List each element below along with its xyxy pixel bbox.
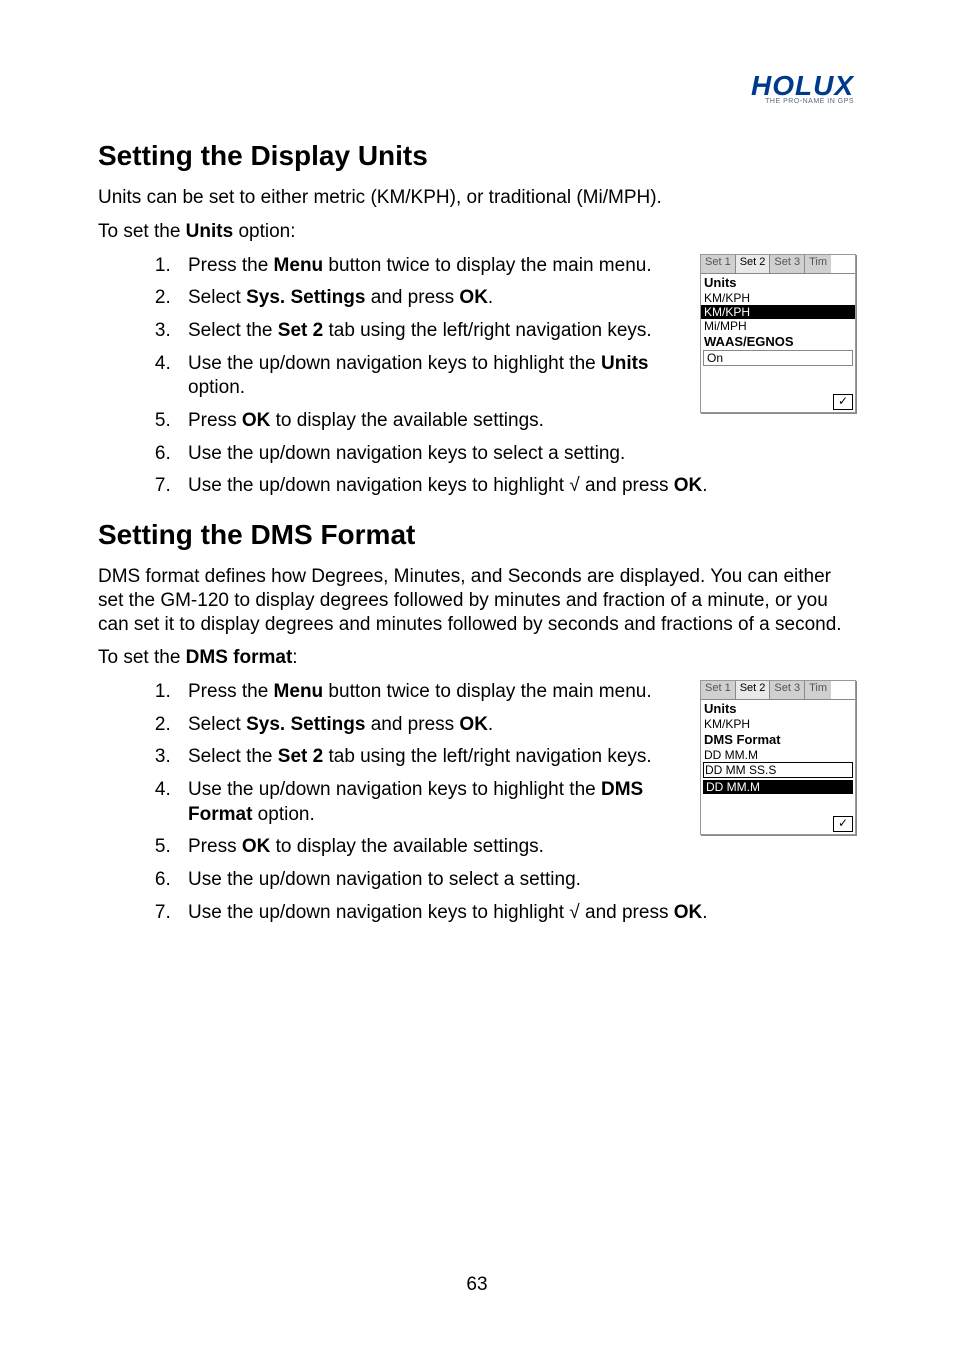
opt-kmkph-selected[interactable]: KM/KPH xyxy=(701,305,855,319)
tab-set2-b[interactable]: Set 2 xyxy=(736,681,771,699)
device-screen-units: Set 1 Set 2 Set 3 Tim Units KM/KPH KM/KP… xyxy=(700,254,856,413)
dms-title: DMS Format xyxy=(701,731,855,748)
lead-text-dms: To set the xyxy=(98,647,186,668)
device-screen-dms: Set 1 Set 2 Set 3 Tim Units KM/KPH DMS F… xyxy=(700,680,856,835)
lead-text: To set the xyxy=(98,221,186,242)
heading-dms-format: Setting the DMS Format xyxy=(98,519,856,551)
step-6: Use the up/down navigation keys to selec… xyxy=(176,442,856,467)
ok-check-icon-b[interactable]: ✓ xyxy=(833,816,853,832)
brand-tagline: THE PRO-NAME IN GPS xyxy=(751,98,854,105)
opt-mimph[interactable]: Mi/MPH xyxy=(701,319,855,333)
intro-dms: DMS format defines how Degrees, Minutes,… xyxy=(98,565,856,636)
step-5-dms: Press OK to display the available settin… xyxy=(176,835,856,860)
lead-bold: Units xyxy=(186,221,234,242)
tab-set3-b[interactable]: Set 3 xyxy=(770,681,805,699)
step-5: Press OK to display the available settin… xyxy=(176,409,856,434)
tab-time-b[interactable]: Tim xyxy=(805,681,831,699)
opt-kmkph[interactable]: KM/KPH xyxy=(701,291,855,305)
tab-set1-b[interactable]: Set 1 xyxy=(701,681,736,699)
opt-ddmmm[interactable]: DD MM.M xyxy=(701,748,855,762)
waas-title: WAAS/EGNOS xyxy=(701,333,855,350)
step-7: Use the up/down navigation keys to highl… xyxy=(176,474,856,499)
step-6-dms: Use the up/down navigation to select a s… xyxy=(176,868,856,893)
opt-waas-on[interactable]: On xyxy=(703,350,853,366)
lead-dms: To set the DMS format: xyxy=(98,646,856,670)
units-title: Units xyxy=(701,274,855,291)
tabs-row-dms: Set 1 Set 2 Set 3 Tim xyxy=(701,681,855,699)
lead-units: To set the Units option: xyxy=(98,220,856,244)
page-number: 63 xyxy=(0,1274,954,1296)
brand-logo: HOLUX THE PRO-NAME IN GPS xyxy=(751,70,854,105)
ok-check-icon[interactable]: ✓ xyxy=(833,394,853,410)
tab-time[interactable]: Tim xyxy=(805,255,831,273)
heading-display-units: Setting the Display Units xyxy=(98,140,856,172)
tabs-row: Set 1 Set 2 Set 3 Tim xyxy=(701,255,855,273)
step-7-dms: Use the up/down navigation keys to highl… xyxy=(176,901,856,926)
lead-bold-dms: DMS format xyxy=(186,647,293,668)
lead-tail-dms: : xyxy=(292,647,297,668)
intro-units: Units can be set to either metric (KM/KP… xyxy=(98,186,856,210)
tab-set2[interactable]: Set 2 xyxy=(736,255,771,273)
opt-ddmmsss[interactable]: DD MM SS.S xyxy=(703,762,853,778)
opt-kmkph-b[interactable]: KM/KPH xyxy=(701,717,855,731)
tab-set1[interactable]: Set 1 xyxy=(701,255,736,273)
units-title-b: Units xyxy=(701,700,855,717)
opt-ddmmm-selected[interactable]: DD MM.M xyxy=(703,780,853,794)
lead-tail: option: xyxy=(233,221,295,242)
tab-set3[interactable]: Set 3 xyxy=(770,255,805,273)
